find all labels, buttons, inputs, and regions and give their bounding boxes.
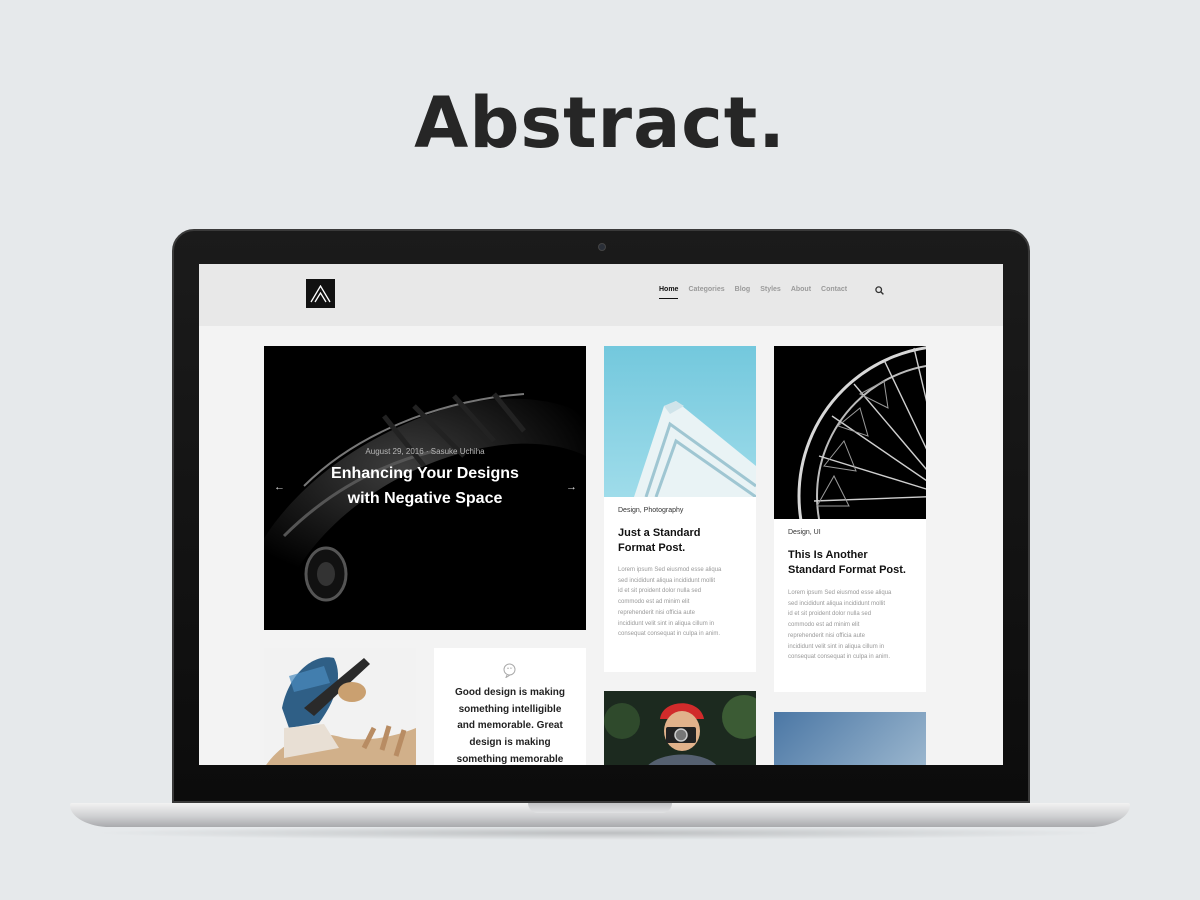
laptop-shadow [90,826,1110,840]
quote-card[interactable]: “” Good design is making something intel… [434,648,586,765]
excerpt-line: consequat consequat in culpa in anim. [788,654,891,661]
quote-icon: “” [503,663,516,678]
excerpt-line: id et sit proident dolor nulla sed [788,611,872,618]
camera [598,243,606,251]
nav-styles[interactable]: Styles [760,286,781,299]
guitarist-photo [264,648,416,765]
excerpt-line: commodo est ad minim elit [618,599,690,606]
arrow-right-icon[interactable]: → [566,481,577,493]
quote-line: something memorable [456,753,564,765]
nav-contact[interactable]: Contact [821,286,847,299]
arrow-left-icon[interactable]: ← [274,481,285,493]
laptop-base [70,803,1130,827]
post-title-line2: Format Post. [618,542,686,554]
quote-line: and memorable. Great [457,720,563,732]
quote-text: Good design is making something intellig… [446,685,574,765]
post-title[interactable]: Just a Standard Format Post. [618,526,748,556]
post-title[interactable]: This Is Another Standard Format Post. [788,548,918,578]
nav-categories[interactable]: Categories [688,286,724,299]
excerpt-line: reprehenderit nisi officia aute [618,609,695,616]
post-excerpt: Lorem ipsum Sed eiusmod esse aliqua sed … [618,565,748,640]
site-header: Home Categories Blog Styles About Contac… [199,264,1003,326]
excerpt-line: consequat consequat in culpa in anim. [618,631,721,638]
photographer-photo [604,691,756,765]
ferris-wheel-photo [774,346,926,519]
post-category[interactable]: Design, Photography [618,507,683,514]
building-photo [604,346,756,497]
post-excerpt: Lorem ipsum Sed eiusmod esse aliqua sed … [788,588,918,663]
svg-text:“”: “” [507,667,513,674]
post-card-1[interactable]: Design, Photography Just a Standard Form… [604,346,756,672]
excerpt-line: reprehenderit nisi officia aute [788,632,865,639]
excerpt-line: sed incididunt aliqua incididunt mollit [618,577,716,584]
nav-home[interactable]: Home [659,286,679,299]
excerpt-line: incididunt velit sint in aliqua cillum i… [788,643,885,650]
featured-slider[interactable]: August 29, 2016 · Sasuke Uchiha Enhancin… [264,346,586,630]
nav-blog[interactable]: Blog [735,286,751,299]
photographer-post-card[interactable] [604,691,756,765]
quote-line: something intelligible [458,703,562,715]
post-card-2[interactable]: Design, UI This Is Another Standard Form… [774,346,926,692]
featured-title[interactable]: Enhancing Your Designs with Negative Spa… [294,461,556,511]
excerpt-line: id et sit proident dolor nulla sed [618,588,702,595]
gradient-post-card[interactable] [774,712,926,765]
post-category[interactable]: Design, UI [788,529,821,536]
post-title-line1: Just a Standard [618,527,701,539]
abstract-a-logo-icon[interactable] [306,279,335,308]
nav-about[interactable]: About [791,286,811,299]
excerpt-line: Lorem ipsum Sed eiusmod esse aliqua [788,590,892,596]
excerpt-line: commodo est ad minim elit [788,622,860,629]
website-screen: Home Categories Blog Styles About Contac… [199,264,1003,765]
featured-title-line1: Enhancing Your Designs [331,465,519,482]
excerpt-line: Lorem ipsum Sed eiusmod esse aliqua [618,567,722,573]
laptop-notch [528,803,672,813]
featured-title-line2: with Negative Space [347,490,503,507]
main-nav: Home Categories Blog Styles About Contac… [659,286,847,299]
excerpt-line: sed incididunt aliqua incididunt mollit [788,600,886,607]
quote-line: design is making [469,737,551,749]
featured-meta: August 29, 2016 · Sasuke Uchiha [365,447,485,456]
excerpt-line: incididunt velit sint in aliqua cillum i… [618,620,715,627]
hero-title: Abstract. [414,82,786,164]
guitar-post-card[interactable] [264,648,416,765]
post-title-line1: This Is Another [788,549,868,561]
post-title-line2: Standard Format Post. [788,564,906,576]
search-icon[interactable] [875,286,884,295]
quote-line: Good design is making [454,687,565,698]
